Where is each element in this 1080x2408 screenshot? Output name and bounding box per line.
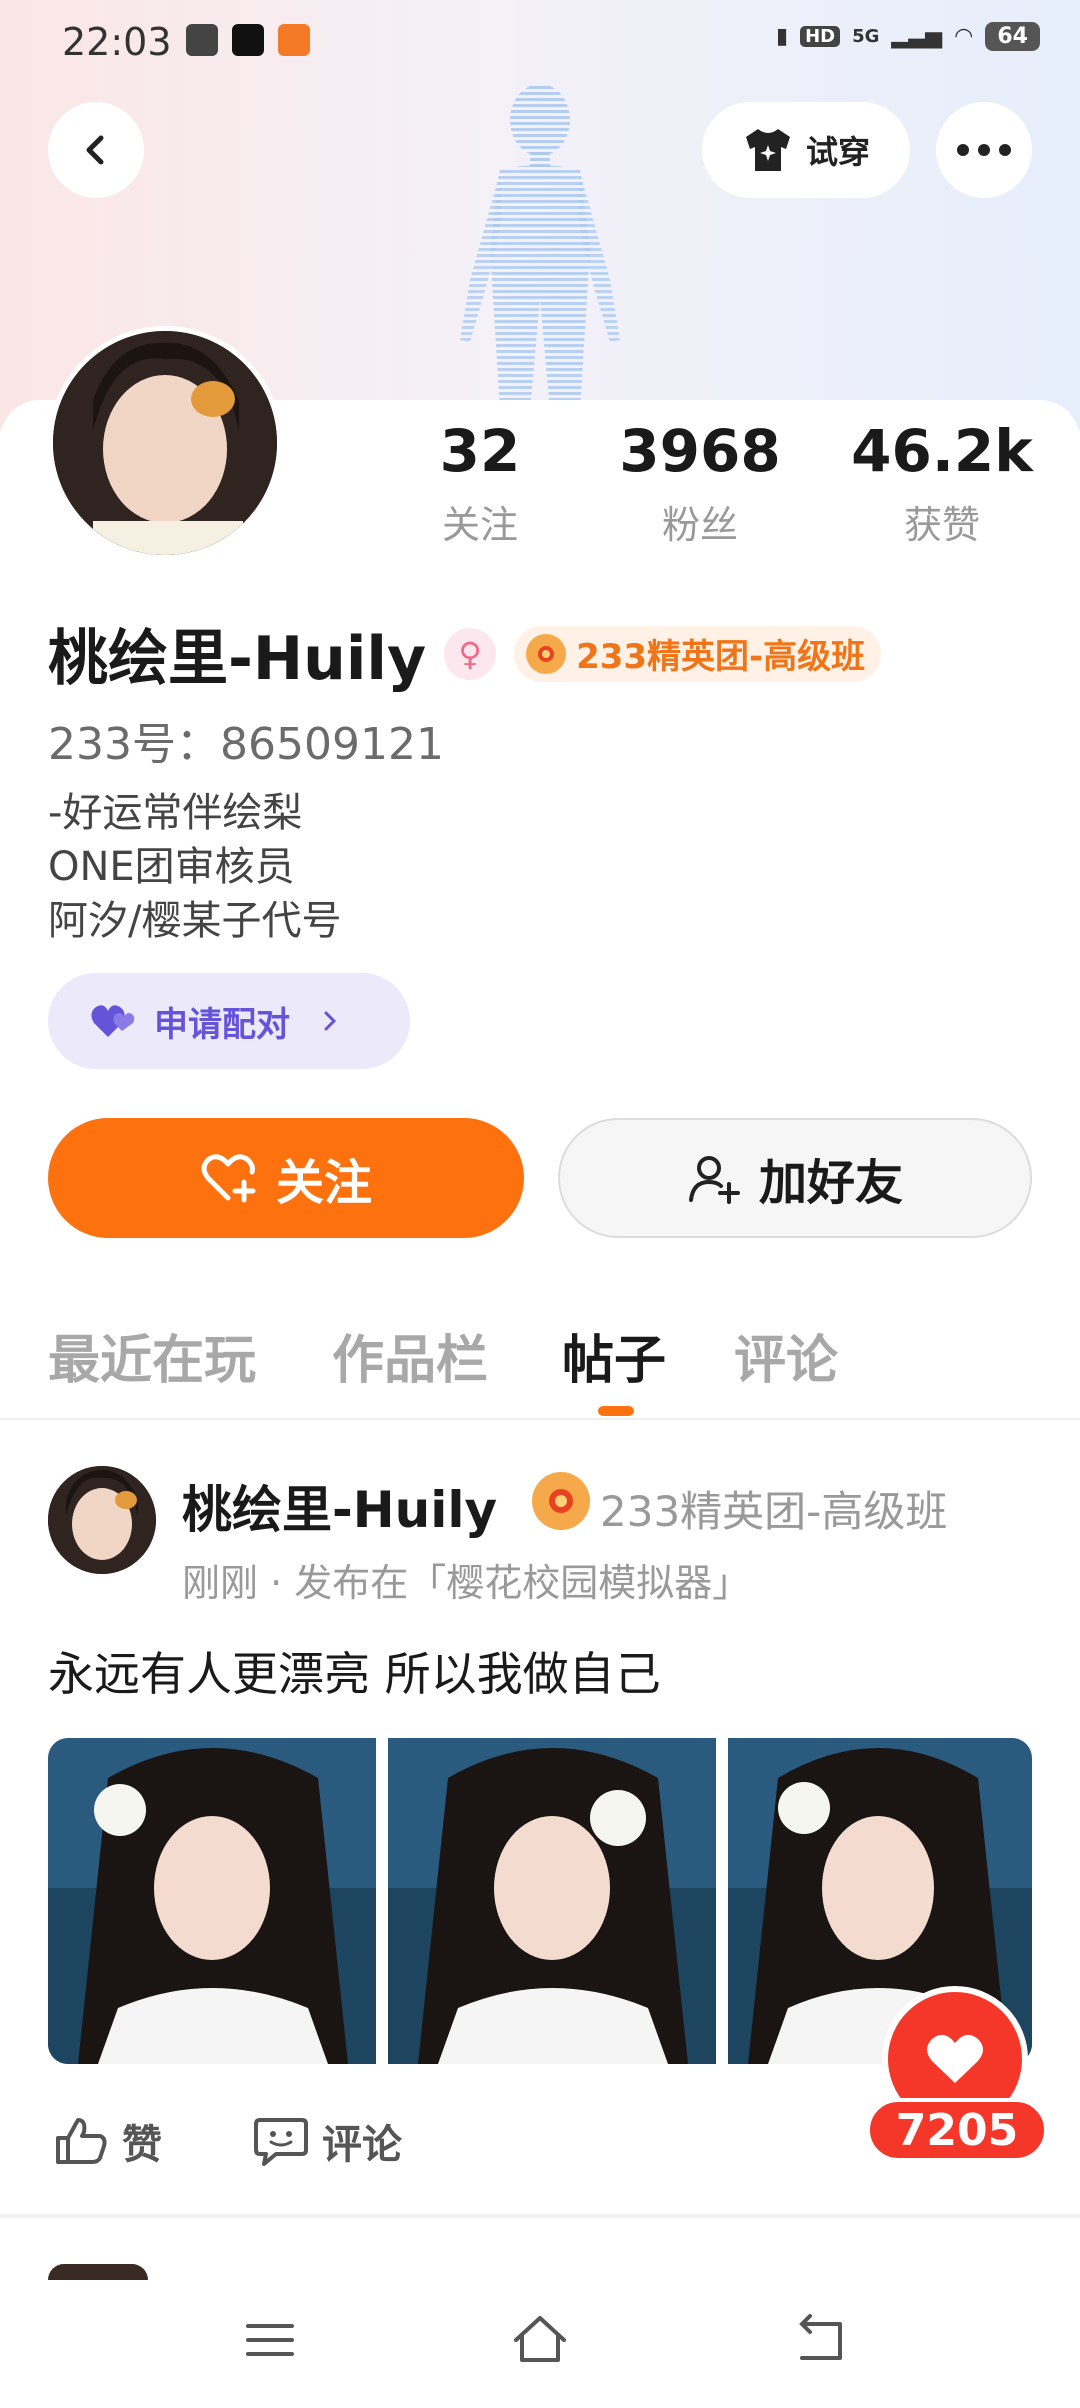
apply-pair-label: 申请配对 [154,1004,290,1045]
like-label: 赞 [122,2122,162,2168]
tab-comments[interactable]: 评论 [734,1318,838,1393]
post-photo[interactable] [48,1738,376,2064]
stat-followers[interactable]: 3968 粉丝 [600,417,800,549]
thumbs-up-icon [56,2118,107,2164]
signal-bars-icon: ▂▃▅ [891,24,943,49]
post-separator [0,2214,1080,2218]
message-app-icon [186,24,218,56]
tiktok-app-icon [232,24,264,56]
follow-button[interactable]: 关注 [48,1118,524,1238]
try-on-button[interactable]: 试穿 [702,102,910,198]
like-button[interactable]: 赞 [54,2112,162,2170]
status-time: 22:03 [62,20,172,64]
more-button[interactable] [936,102,1032,198]
status-right: ▮ HD 5G ▂▃▅ ◠ 64 [776,22,1040,51]
tab-recent[interactable]: 最近在玩 [48,1318,256,1393]
apply-pair-button[interactable]: 申请配对 [48,973,410,1069]
bio-line: -好运常伴绘梨 [48,790,303,836]
followers-label: 粉丝 [661,502,738,547]
post-medal-icon [532,1472,590,1530]
menu-icon[interactable] [240,2310,300,2370]
post-text[interactable]: 永远有人更漂亮 所以我做自己 [48,1638,661,1704]
game-app-icon [278,24,310,56]
post-photo-image [48,1738,376,2064]
heart-count: 7205 [866,2098,1048,2162]
tab-divider [0,1418,1080,1420]
comment-button[interactable]: 评论 [254,2112,402,2170]
try-on-label: 试穿 [805,133,870,171]
bio-line: 阿汐/樱某子代号 [48,898,342,944]
system-nav-bar [0,2280,1080,2408]
battery-icon: 64 [985,22,1040,51]
status-bar: 22:03 ▮ HD 5G ▂▃▅ ◠ 64 [0,0,1080,90]
heart-plus-icon [201,1154,256,1203]
home-icon[interactable] [510,2310,570,2370]
likes-label: 获赞 [903,502,980,547]
more-icon [957,144,1011,156]
post-author-badge: 233精英团-高级班 [600,1487,948,1536]
post-photo[interactable] [388,1738,716,2064]
female-gender-icon: ♀ [444,627,497,680]
profile-name-row: 桃绘里-Huily ♀ 233精英团-高级班 [48,610,882,697]
follow-label: 关注 [275,1155,372,1211]
add-friend-label: 加好友 [758,1155,903,1211]
tab-posts[interactable]: 帖子 [562,1318,666,1393]
followers-count: 3968 [619,417,781,485]
back-icon [86,135,104,165]
post-photo-image [388,1738,716,2064]
hd-icon: HD [800,26,841,47]
user-id[interactable]: 233号：86509121 [48,708,444,772]
tab-indicator [598,1406,634,1416]
double-heart-icon [91,1005,135,1037]
following-count: 32 [439,417,521,485]
post-meta[interactable]: 刚刚 · 发布在「樱花校园模拟器」 [182,1552,750,1607]
profile-bio: -好运常伴绘梨 ONE团审核员 阿汐/樱某子代号 [48,786,341,948]
signal-icon: 5G [852,26,880,47]
post-avatar-image [48,1466,156,1574]
avatar-figure-silhouette [460,84,620,410]
profile-avatar[interactable] [48,326,282,560]
heart-icon [927,2034,983,2083]
back-nav-icon[interactable] [792,2310,852,2370]
avatar-image [53,331,277,555]
chevron-right-icon [324,1011,337,1031]
stat-likes[interactable]: 46.2k 获赞 [846,417,1038,549]
medal-icon [526,633,567,674]
likes-count: 46.2k [851,417,1033,485]
following-label: 关注 [441,502,518,547]
add-friend-button[interactable]: 加好友 [558,1118,1032,1238]
post-author-avatar[interactable] [48,1466,156,1574]
wifi-icon: ◠ [954,24,974,49]
comment-label: 评论 [322,2122,402,2168]
tshirt-icon [745,129,790,171]
profile-name: 桃绘里-Huily [48,624,427,694]
comment-icon [254,2118,308,2166]
elite-badge[interactable]: 233精英团-高级班 [514,625,882,682]
back-button[interactable] [48,102,144,198]
tab-works[interactable]: 作品栏 [332,1318,488,1393]
bio-line: ONE团审核员 [48,844,295,890]
next-post-avatar [48,2264,148,2280]
stat-following[interactable]: 32 关注 [420,417,540,549]
post-author-name[interactable]: 桃绘里-Huily [182,1470,497,1542]
vibrate-icon: ▮ [775,24,789,49]
elite-badge-label: 233精英团-高级班 [576,637,866,677]
add-user-icon [688,1156,740,1204]
